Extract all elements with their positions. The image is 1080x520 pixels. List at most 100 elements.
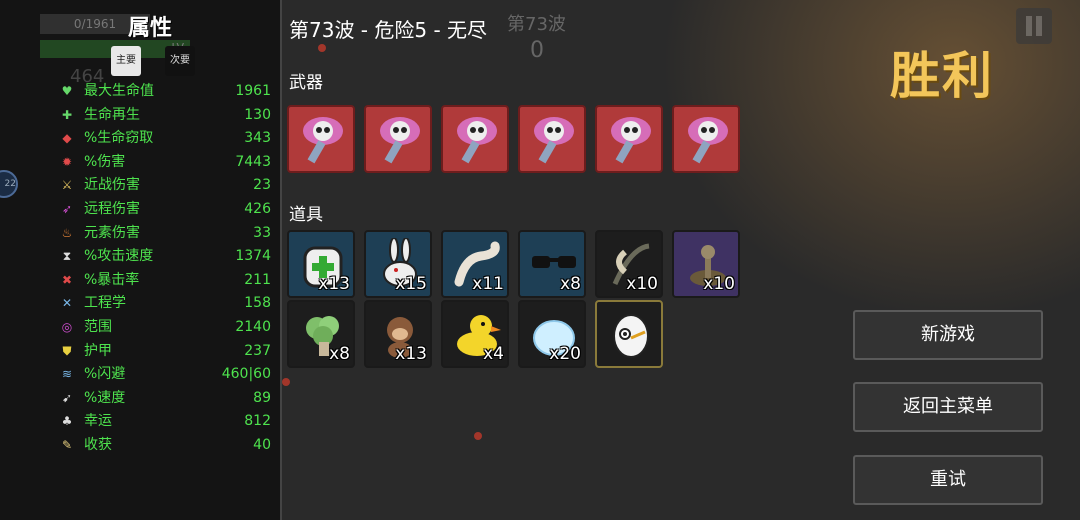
item-slot[interactable]: x8 — [287, 300, 355, 368]
stat-name: %速度 — [84, 389, 126, 406]
lifesteal-icon: ◆ — [62, 131, 72, 146]
pause-button[interactable] — [1016, 8, 1052, 44]
stats-title: 属性 — [128, 16, 173, 41]
main-menu-button[interactable]: 返回主菜单 — [853, 382, 1043, 432]
item-quantity: x10 — [626, 274, 658, 294]
tab-primary[interactable]: 主要 — [111, 46, 141, 76]
stat-row[interactable]: ✕ 工程学 158 — [60, 292, 273, 314]
stat-value: 23 — [253, 177, 271, 194]
regen-icon: ✚ — [61, 107, 73, 122]
stat-value: 211 — [244, 271, 271, 288]
item-slot[interactable]: x10 — [672, 230, 740, 298]
stat-value: 812 — [244, 413, 271, 430]
stat-row[interactable]: ✎ 收获 40 — [60, 434, 273, 456]
stat-name: 护甲 — [84, 342, 112, 359]
stat-value: 343 — [244, 130, 271, 147]
stat-row[interactable]: ♥ 最大生命值 1961 — [60, 80, 273, 102]
stat-value: 426 — [244, 201, 271, 217]
weapon-slot[interactable] — [672, 105, 740, 173]
clover-icon: ♣ — [61, 414, 73, 429]
item-quantity: x20 — [549, 344, 581, 364]
item-slot[interactable]: x4 — [441, 300, 509, 368]
wrench-icon: ✕ — [61, 296, 73, 311]
weapon-slot[interactable] — [518, 105, 586, 173]
weapon-slot[interactable] — [441, 105, 509, 173]
weapon-slot[interactable] — [595, 105, 663, 173]
stat-row[interactable]: ✚ 生命再生 130 — [60, 104, 273, 126]
stat-row[interactable]: ➶ 远程伤害 426 — [60, 198, 273, 220]
stat-name: %伤害 — [84, 153, 126, 170]
item-quantity: x8 — [329, 344, 350, 364]
stat-value: 40 — [253, 437, 271, 453]
item-slot[interactable]: x11 — [441, 230, 509, 298]
stat-name: 最大生命值 — [84, 83, 154, 99]
item-slot[interactable]: x10 — [595, 230, 663, 298]
stat-row[interactable]: ✹ %伤害 7443 — [60, 151, 273, 173]
stats-panel: 0/1961 LV 464 属性 主要 次要 ♥最大生命值1961✚生命再生13… — [0, 0, 282, 520]
stat-value: 7443 — [235, 153, 271, 170]
stat-row[interactable]: ➹ %速度 89 — [60, 387, 273, 409]
ghost-wave-label: 第73波 — [507, 14, 566, 35]
dodge-icon: ≋ — [61, 367, 73, 382]
hourglass-icon: ⧗ — [62, 249, 72, 264]
damage-icon: ✹ — [61, 154, 73, 169]
stat-row[interactable]: ♣ 幸运 812 — [60, 410, 273, 432]
stat-row[interactable]: ◆ %生命窃取 343 — [60, 127, 273, 149]
item-quantity: x4 — [483, 344, 504, 364]
item-quantity: x11 — [472, 274, 504, 294]
item-quantity: x13 — [395, 344, 427, 364]
ghost-counter: 0 — [530, 38, 544, 63]
stat-name: %暴击率 — [84, 271, 140, 288]
wave-title: 第73波 - 危险5 - 无尽 — [289, 18, 488, 42]
heart-icon: ♥ — [61, 84, 73, 98]
stat-row[interactable]: ✖ %暴击率 211 — [60, 269, 273, 291]
stat-value: 89 — [253, 389, 271, 406]
item-slot[interactable]: x13 — [364, 300, 432, 368]
items-label: 道具 — [289, 205, 323, 225]
harvest-icon: ✎ — [61, 438, 73, 452]
stat-name: 近战伤害 — [84, 177, 140, 194]
item-quantity: x15 — [395, 274, 427, 294]
new-game-button[interactable]: 新游戏 — [853, 310, 1043, 360]
stat-value: 1961 — [235, 83, 271, 99]
weapon-slot[interactable] — [364, 105, 432, 173]
stat-name: %闪避 — [84, 366, 126, 383]
stat-name: %生命窃取 — [84, 130, 154, 147]
stat-row[interactable]: ⧗ %攻击速度 1374 — [60, 245, 273, 267]
item-quantity: x13 — [318, 274, 350, 294]
retry-button[interactable]: 重试 — [853, 455, 1043, 505]
stat-name: 幸运 — [84, 413, 112, 430]
enemy-marker — [318, 44, 326, 52]
stat-row[interactable]: ⚔ 近战伤害 23 — [60, 174, 273, 196]
item-slot[interactable]: x8 — [518, 230, 586, 298]
stat-value: 460|60 — [221, 366, 271, 383]
item-slot[interactable]: x15 — [364, 230, 432, 298]
stat-name: %攻击速度 — [84, 248, 154, 265]
stat-name: 远程伤害 — [84, 201, 140, 217]
bow-icon: ➶ — [61, 202, 73, 216]
stat-value: 1374 — [235, 248, 271, 265]
stat-row[interactable]: ≋ %闪避 460|60 — [60, 363, 273, 385]
stat-value: 33 — [253, 224, 271, 241]
victory-title: 胜利 — [890, 47, 994, 105]
item-slot[interactable] — [595, 300, 663, 368]
range-icon: ◎ — [61, 320, 73, 334]
stat-value: 2140 — [235, 319, 271, 335]
weapon-slot[interactable] — [287, 105, 355, 173]
pause-bar-icon — [1026, 16, 1032, 36]
weapons-label: 武器 — [289, 73, 323, 93]
item-quantity: x10 — [703, 274, 735, 294]
item-slot[interactable]: x20 — [518, 300, 586, 368]
enemy-marker — [474, 432, 482, 440]
stat-row[interactable]: ◎ 范围 2140 — [60, 316, 273, 338]
stat-row[interactable]: ♨ 元素伤害 33 — [60, 222, 273, 244]
stat-row[interactable]: ⛊ 护甲 237 — [60, 340, 273, 362]
stat-name: 生命再生 — [84, 106, 140, 123]
stat-value: 237 — [244, 342, 271, 359]
tab-secondary[interactable]: 次要 — [165, 46, 195, 76]
stat-value: 158 — [244, 295, 271, 312]
stat-name: 收获 — [84, 437, 112, 453]
stat-name: 范围 — [84, 319, 112, 335]
item-slot[interactable]: x13 — [287, 230, 355, 298]
fire-icon: ♨ — [61, 225, 73, 240]
